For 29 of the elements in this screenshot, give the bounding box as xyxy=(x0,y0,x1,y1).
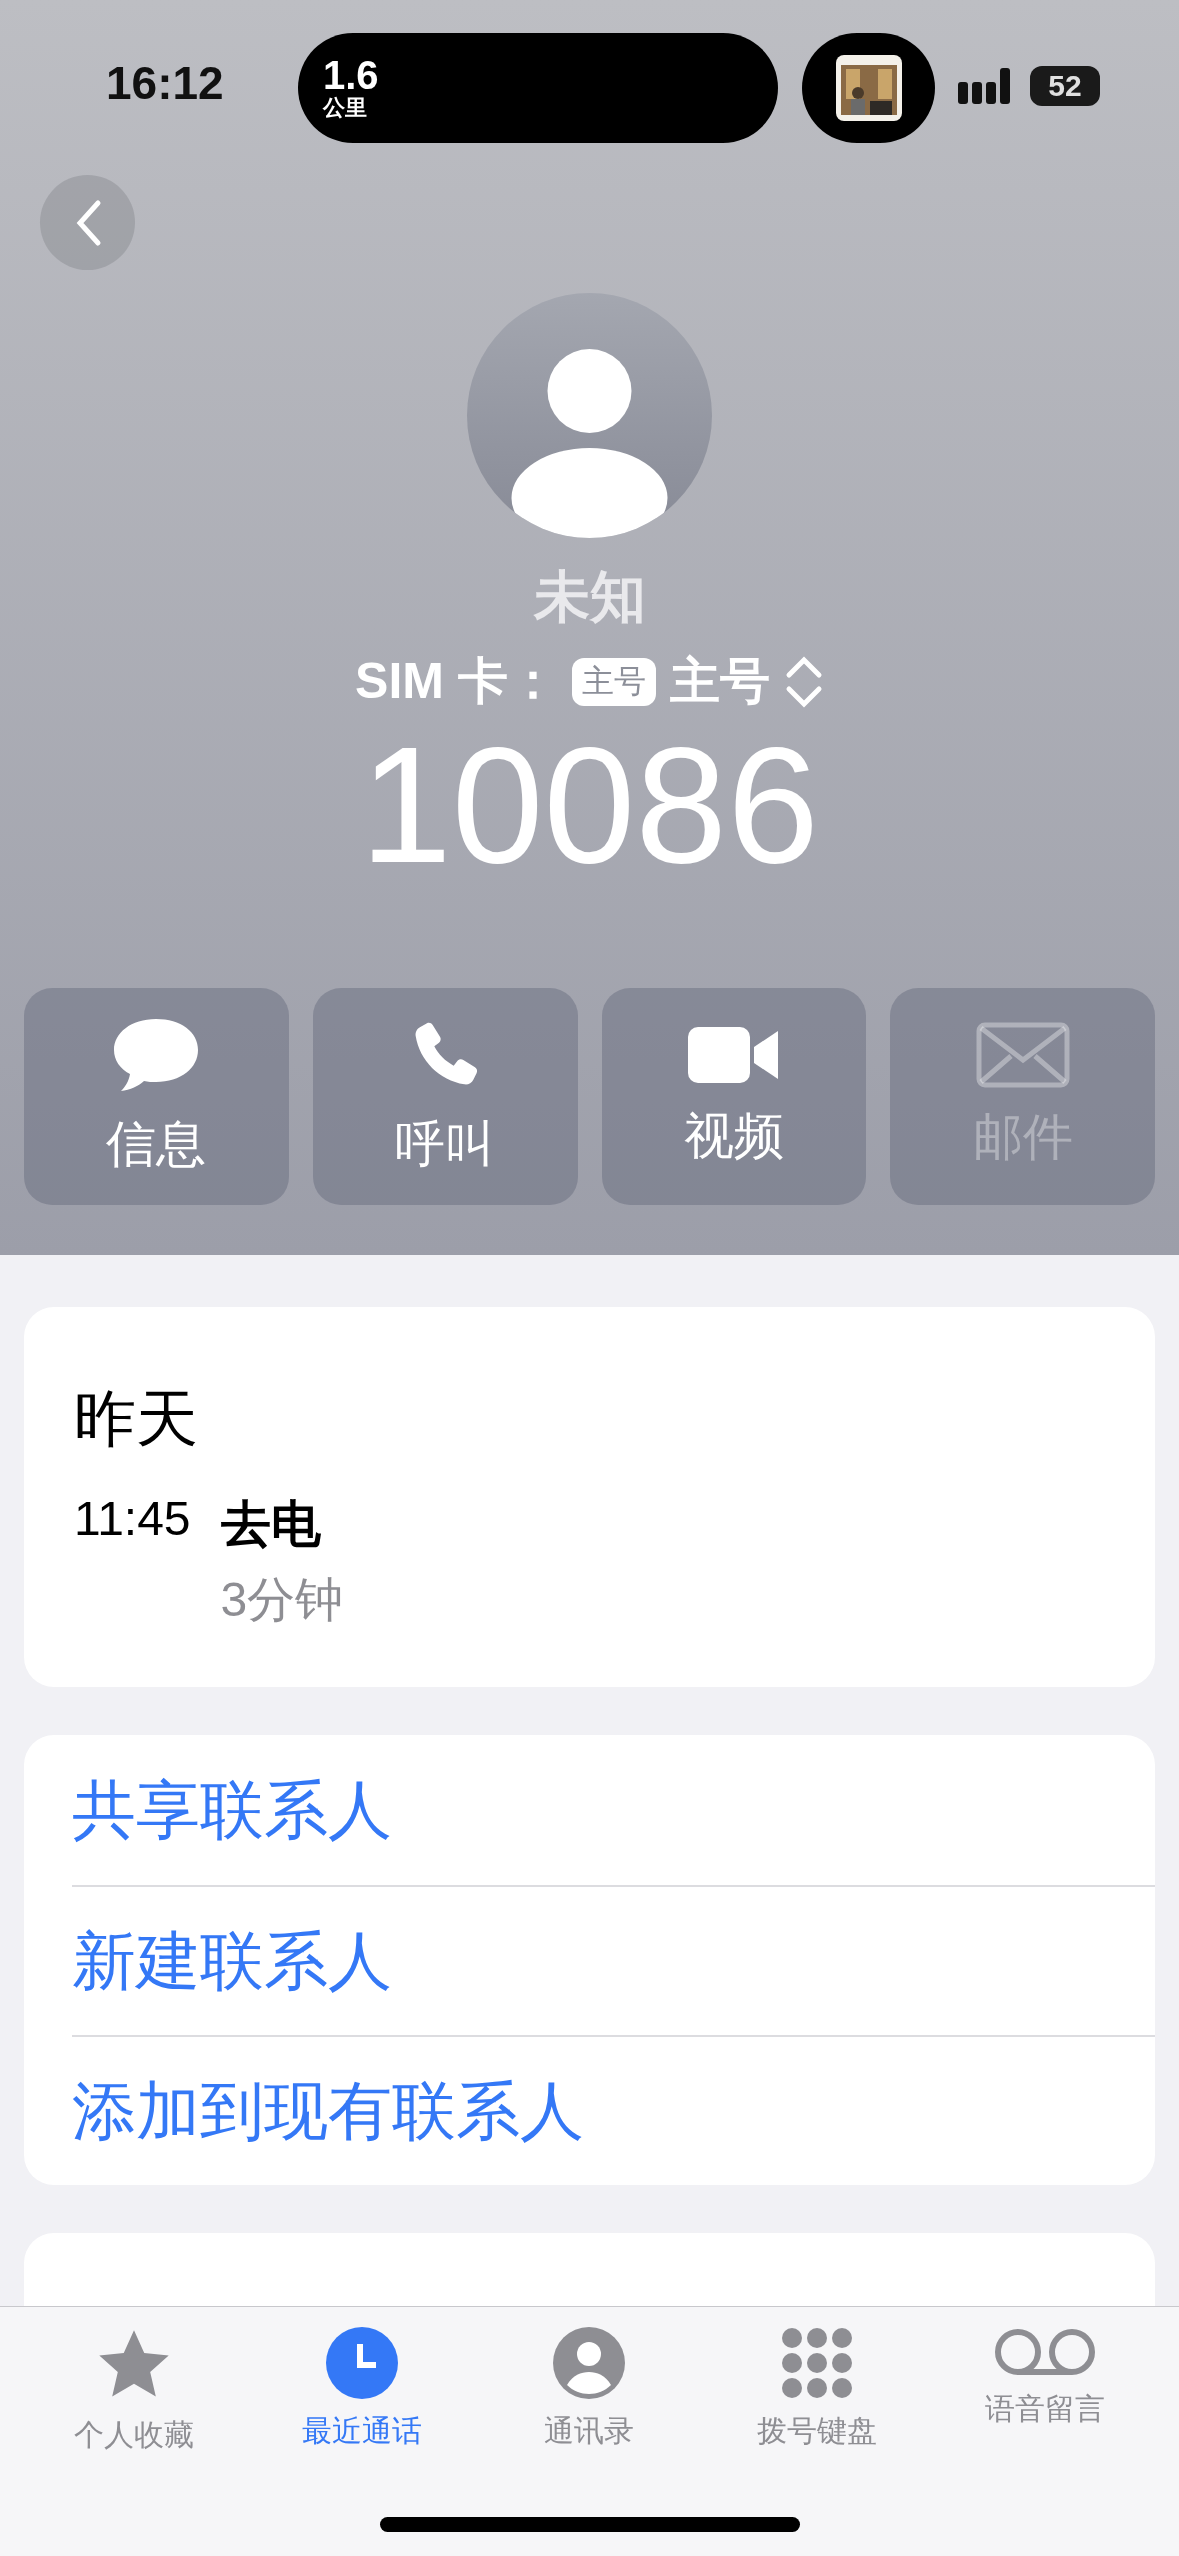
contact-name: 未知 xyxy=(533,564,646,630)
envelope-icon xyxy=(975,1022,1070,1088)
call-type: 去电 xyxy=(220,1495,322,1554)
call-date: 昨天 xyxy=(74,1383,199,1455)
contact-action-link[interactable]: 新建联系人 xyxy=(72,1885,1155,2035)
call-time: 11:45 xyxy=(74,1491,191,1547)
keypad-icon xyxy=(781,2327,854,2399)
distance-unit: 公里 xyxy=(323,94,368,122)
action-button[interactable]: 视频 xyxy=(601,988,867,1205)
avatar-icon xyxy=(467,293,712,538)
person-circle-icon xyxy=(553,2327,626,2399)
action-button[interactable]: 信息 xyxy=(24,988,289,1205)
clock-icon xyxy=(325,2327,398,2399)
tab-item[interactable]: 个人收藏 xyxy=(20,2307,248,2556)
phone-number: 10086 xyxy=(360,715,819,897)
sim-badge: 主号 xyxy=(571,657,656,706)
tab-item[interactable]: 语音留言 xyxy=(931,2307,1159,2556)
tab-item[interactable]: 拨号键盘 xyxy=(703,2307,932,2556)
status-time: 16:12 xyxy=(106,56,224,110)
sim-label: SIM 卡： xyxy=(355,652,558,711)
distance-value: 1.6 xyxy=(323,54,380,95)
voicemail-icon xyxy=(993,2327,1098,2377)
call-duration: 3分钟 xyxy=(220,1572,344,1628)
contact-action-link[interactable]: 添加到现有联系人 xyxy=(72,2035,1155,2185)
battery-icon: 52 xyxy=(1030,66,1100,106)
sim-value[interactable]: 主号 xyxy=(669,648,770,715)
tab-item[interactable]: 最近通话 xyxy=(247,2307,476,2556)
contact-action-link[interactable]: 共享联系人 xyxy=(72,1735,1155,1885)
action-button[interactable]: 呼叫 xyxy=(312,988,578,1205)
